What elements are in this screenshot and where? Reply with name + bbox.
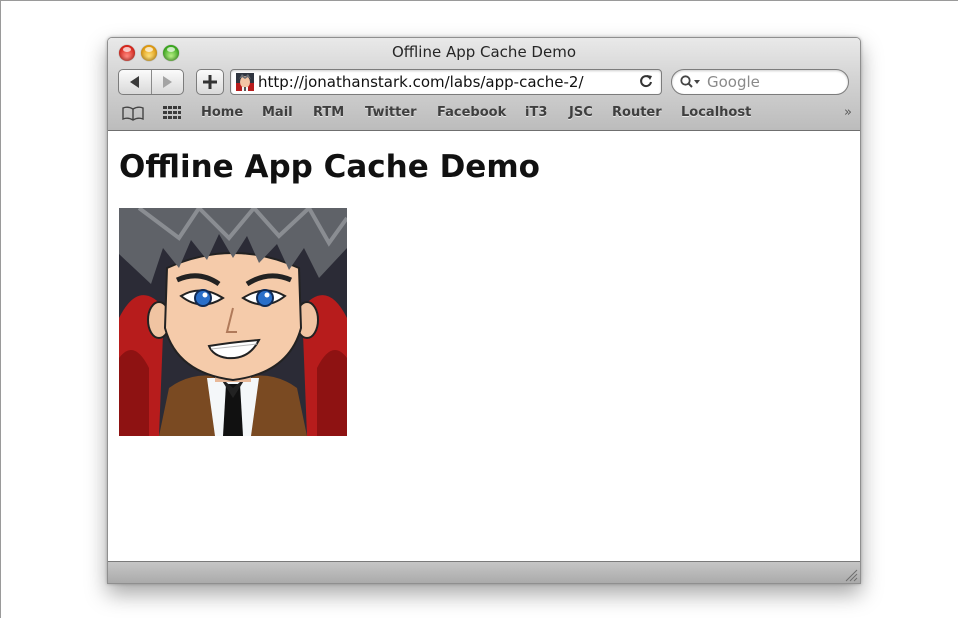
grid-icon[interactable] (163, 106, 181, 120)
status-bar (108, 561, 860, 583)
resize-grip-icon[interactable] (844, 568, 858, 582)
back-button[interactable] (119, 70, 152, 94)
url-text: http://jonathanstark.com/labs/app-cache-… (258, 73, 584, 91)
reload-icon[interactable] (639, 74, 653, 88)
frame-top-border (0, 0, 958, 1)
search-placeholder: Google (707, 73, 760, 91)
page-content: Offline App Cache Demo (108, 131, 860, 561)
bookmark-it3[interactable]: iT3 (525, 105, 547, 120)
window-title: Offline App Cache Demo (391, 43, 577, 61)
page-heading: Offline App Cache Demo (119, 149, 540, 185)
bookmark-localhost[interactable]: Localhost (681, 105, 751, 120)
bookmark-rtm[interactable]: RTM (313, 105, 344, 120)
bookmark-jsc[interactable]: JSC (569, 105, 593, 120)
bookmark-router[interactable]: Router (612, 105, 662, 120)
bookmarks-overflow-chevron-icon[interactable]: » (844, 105, 852, 120)
plus-icon (203, 75, 217, 89)
bookmarks-bar: Home Mail RTM Twitter Facebook iT3 JSC R… (108, 102, 860, 126)
search-field[interactable]: Google (671, 69, 849, 95)
search-icon (680, 75, 700, 88)
browser-window: Offline App Cache Demo http://jonathanst… (107, 37, 861, 584)
back-arrow-icon (130, 76, 139, 88)
browser-toolbar: Offline App Cache Demo http://jonathanst… (108, 38, 860, 131)
bookmark-mail[interactable]: Mail (262, 105, 293, 120)
bookmark-twitter[interactable]: Twitter (365, 105, 417, 120)
avatar-image (119, 208, 347, 436)
frame-left-border (0, 0, 1, 618)
forward-button[interactable] (151, 70, 183, 94)
add-bookmark-button[interactable] (196, 69, 224, 95)
book-icon[interactable] (122, 106, 144, 121)
bookmark-home[interactable]: Home (201, 105, 243, 120)
site-favicon (236, 73, 254, 91)
forward-arrow-icon (163, 76, 172, 88)
bookmark-facebook[interactable]: Facebook (437, 105, 506, 120)
address-bar[interactable]: http://jonathanstark.com/labs/app-cache-… (230, 69, 662, 95)
nav-buttons (118, 69, 184, 95)
